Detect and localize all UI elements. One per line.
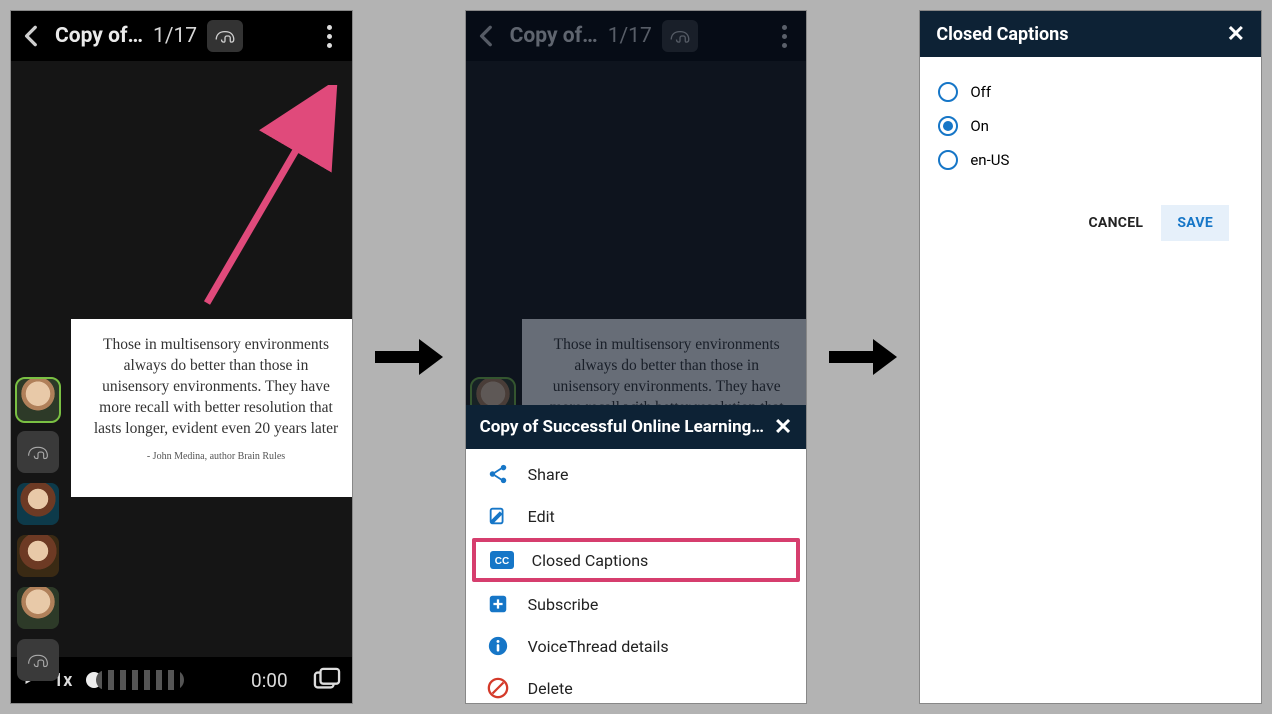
cancel-button[interactable]: CANCEL [1082, 205, 1149, 241]
thread-thumbnail[interactable] [207, 20, 243, 52]
scrubber-track[interactable] [96, 670, 184, 690]
radio-icon[interactable] [938, 150, 958, 170]
edit-icon [486, 504, 510, 528]
menu-item-closed-captions[interactable]: CC Closed Captions [472, 538, 801, 582]
slide-text: Those in multisensory environments alway… [89, 335, 343, 440]
player-footer: 1x 0:00 [11, 657, 352, 703]
avatar[interactable] [17, 535, 59, 577]
svg-text:CC: CC [494, 556, 508, 567]
bottom-sheet: Copy of Successful Online Learning… ✕ Sh… [466, 405, 807, 703]
menu-label: Delete [528, 679, 573, 698]
panel-menu: Copy of… 1/17 Those in multisensory envi… [465, 10, 808, 704]
menu-item-subscribe[interactable]: Subscribe [466, 583, 807, 625]
subscribe-icon [486, 592, 510, 616]
menu-item-delete[interactable]: Delete [466, 667, 807, 704]
cc-icon: CC [490, 548, 514, 572]
annotation-arrow-icon [199, 85, 349, 325]
radio-icon[interactable] [938, 116, 958, 136]
menu-item-edit[interactable]: Edit [466, 495, 807, 537]
menu-item-share[interactable]: Share [466, 453, 807, 495]
player: Copy of… 1/17 Those in mu [11, 11, 352, 703]
layers-icon[interactable] [312, 667, 342, 693]
menu-label: Edit [528, 507, 555, 526]
avatar[interactable] [17, 379, 59, 421]
close-icon[interactable]: ✕ [1227, 22, 1245, 47]
menu-label: Share [528, 465, 569, 484]
slide-card: Those in multisensory environments alway… [71, 319, 353, 497]
scrubber[interactable] [86, 670, 184, 690]
player-body: Those in multisensory environments alway… [11, 61, 352, 657]
avatar[interactable] [17, 483, 59, 525]
step-arrow-icon [373, 333, 445, 381]
avatar[interactable] [17, 587, 59, 629]
player-title: Copy of… [55, 24, 143, 48]
radio-option-enus[interactable]: en-US [938, 143, 1243, 177]
step-arrow-icon [827, 333, 899, 381]
delete-icon [486, 676, 510, 700]
share-icon [486, 462, 510, 486]
avatar[interactable] [17, 431, 59, 473]
sheet-title: Copy of Successful Online Learning… [480, 417, 764, 437]
close-icon[interactable]: ✕ [774, 415, 792, 440]
modal-header: Closed Captions ✕ [920, 11, 1261, 57]
radio-label: en-US [970, 151, 1009, 169]
menu-label: Subscribe [528, 595, 599, 614]
menu-label: Closed Captions [532, 551, 649, 570]
sheet-list: Share Edit CC Closed Captions Subscribe [466, 449, 807, 704]
radio-option-off[interactable]: Off [938, 75, 1243, 109]
save-button[interactable]: SAVE [1161, 205, 1229, 241]
modal-body: Off On en-US CANCEL SAVE [920, 57, 1261, 241]
menu-item-details[interactable]: VoiceThread details [466, 625, 807, 667]
radio-label: Off [970, 83, 991, 101]
menu-label: VoiceThread details [528, 637, 669, 656]
panel-cc-modal: Closed Captions ✕ Off On en-US CANCEL SA… [919, 10, 1262, 704]
radio-icon[interactable] [938, 82, 958, 102]
avatar-rail [17, 379, 59, 681]
player-header: Copy of… 1/17 [11, 11, 352, 61]
sheet-header: Copy of Successful Online Learning… ✕ [466, 405, 807, 449]
avatar[interactable] [17, 639, 59, 681]
modal-actions: CANCEL SAVE [938, 177, 1243, 241]
back-icon[interactable] [19, 23, 45, 49]
slide-counter: 1/17 [153, 24, 197, 48]
radio-label: On [970, 117, 989, 135]
modal-title: Closed Captions [936, 24, 1068, 45]
info-icon [486, 634, 510, 658]
panel-player: Copy of… 1/17 Those in mu [10, 10, 353, 704]
time-display: 0:00 [251, 669, 288, 692]
radio-option-on[interactable]: On [938, 109, 1243, 143]
kebab-menu-icon[interactable] [316, 22, 344, 50]
slide-byline: - John Medina, author Brain Rules [89, 450, 343, 464]
